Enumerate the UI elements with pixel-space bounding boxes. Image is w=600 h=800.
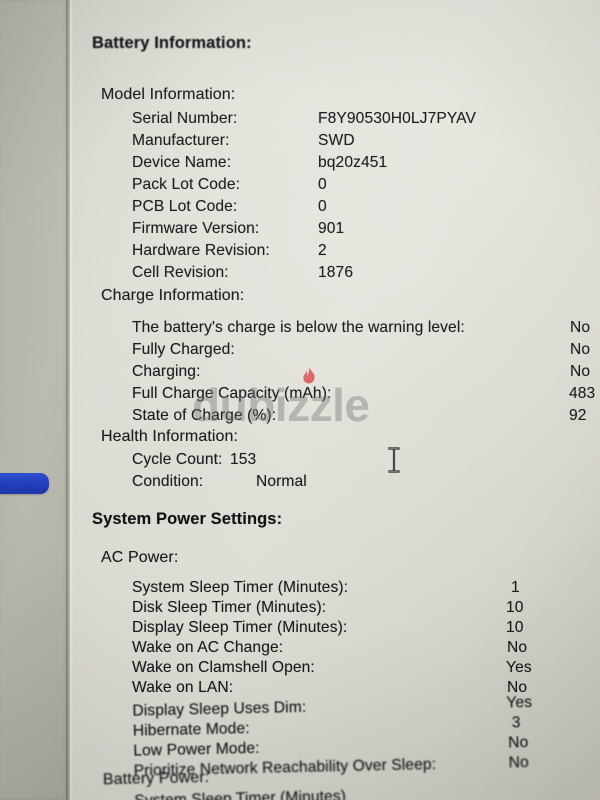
row-label-hibernate-mode: Hibernate Mode: xyxy=(132,720,250,740)
row-value-manufacturer: SWD xyxy=(318,132,355,149)
content-pane-edge xyxy=(70,0,73,800)
battery-power-heading: Battery Power: xyxy=(102,769,210,789)
row-value-wake-on-clamshell-open: Yes xyxy=(506,659,532,676)
row-label-pcb-lot-code: PCB Lot Code: xyxy=(132,198,238,215)
row-value-prioritize-network-reachability: No xyxy=(508,754,529,772)
row-label-condition: Condition: xyxy=(132,473,204,490)
row-value-hardware-revision: 2 xyxy=(318,242,327,259)
row-label-low-power-mode: Low Power Mode: xyxy=(133,739,260,760)
row-value-low-power-mode: No xyxy=(508,734,529,752)
row-label-pack-lot-code: Pack Lot Code: xyxy=(132,176,241,193)
row-label-device-name: Device Name: xyxy=(132,154,232,171)
screenshot-root: Battery Information: Model Information: … xyxy=(0,0,600,800)
row-label-serial-number: Serial Number: xyxy=(132,110,238,127)
system-power-settings-heading: System Power Settings: xyxy=(92,510,283,528)
row-value-condition: Normal xyxy=(256,473,307,490)
row-value-wake-on-ac-change: No xyxy=(507,639,528,656)
row-value-hibernate-mode: 3 xyxy=(511,714,521,732)
flame-icon xyxy=(299,366,319,392)
row-value-state-of-charge: 92 xyxy=(569,407,587,424)
row-value-ac-display-sleep-timer: 10 xyxy=(506,619,524,636)
watermark-dubizzle: dubizzle xyxy=(192,379,370,431)
row-label-charging: Charging: xyxy=(132,363,201,380)
row-value-fully-charged: No xyxy=(570,341,591,358)
row-label-cycle-count: Cycle Count: xyxy=(132,451,223,468)
row-label-wake-on-ac-change: Wake on AC Change: xyxy=(132,639,284,656)
lower-rows-group: Display Sleep Uses Dim: Yes Hibernate Mo… xyxy=(0,683,600,800)
row-label-below-warning-level: The battery's charge is below the warnin… xyxy=(132,319,465,336)
row-label-firmware-version: Firmware Version: xyxy=(132,220,260,237)
row-value-below-warning-level: No xyxy=(570,319,591,336)
row-value-serial-number: F8Y90530H0LJ7PYAV xyxy=(318,110,477,127)
row-label-ac-display-sleep-timer: Display Sleep Timer (Minutes): xyxy=(132,619,348,636)
row-value-ac-system-sleep-timer: 1 xyxy=(511,579,520,596)
row-label-manufacturer: Manufacturer: xyxy=(132,132,230,149)
row-label-wake-on-clamshell-open: Wake on Clamshell Open: xyxy=(132,659,315,676)
row-value-charging: No xyxy=(570,363,591,380)
row-value-full-charge-capacity: 483 xyxy=(569,385,596,402)
row-label-display-sleep-uses-dim: Display Sleep Uses Dim: xyxy=(132,698,307,720)
row-value-pack-lot-code: 0 xyxy=(318,176,327,193)
row-value-cell-revision: 1876 xyxy=(318,264,354,281)
sidebar xyxy=(0,0,68,800)
row-label-hardware-revision: Hardware Revision: xyxy=(132,242,270,259)
sidebar-item-power-selected[interactable] xyxy=(0,473,49,494)
row-value-display-sleep-uses-dim: Yes xyxy=(506,693,533,712)
row-label-cell-revision: Cell Revision: xyxy=(132,264,229,281)
row-value-firmware-version: 901 xyxy=(318,220,345,237)
charge-information-heading: Charge Information: xyxy=(101,287,245,304)
row-value-device-name: bq20z451 xyxy=(318,154,388,171)
row-value-ac-disk-sleep-timer: 10 xyxy=(506,599,524,616)
row-label-ac-disk-sleep-timer: Disk Sleep Timer (Minutes): xyxy=(132,599,327,616)
ac-power-heading: AC Power: xyxy=(101,549,179,566)
row-label-battery-system-sleep-timer: System Sleep Timer (Minutes) xyxy=(134,788,347,800)
i-beam-cursor-icon xyxy=(388,447,400,473)
row-label-fully-charged: Fully Charged: xyxy=(132,341,235,358)
row-value-pcb-lot-code: 0 xyxy=(318,198,327,215)
row-label-ac-system-sleep-timer: System Sleep Timer (Minutes): xyxy=(132,579,349,596)
row-value-cycle-count: 153 xyxy=(230,451,257,468)
model-information-heading: Model Information: xyxy=(101,86,236,103)
battery-information-heading: Battery Information: xyxy=(92,34,252,52)
